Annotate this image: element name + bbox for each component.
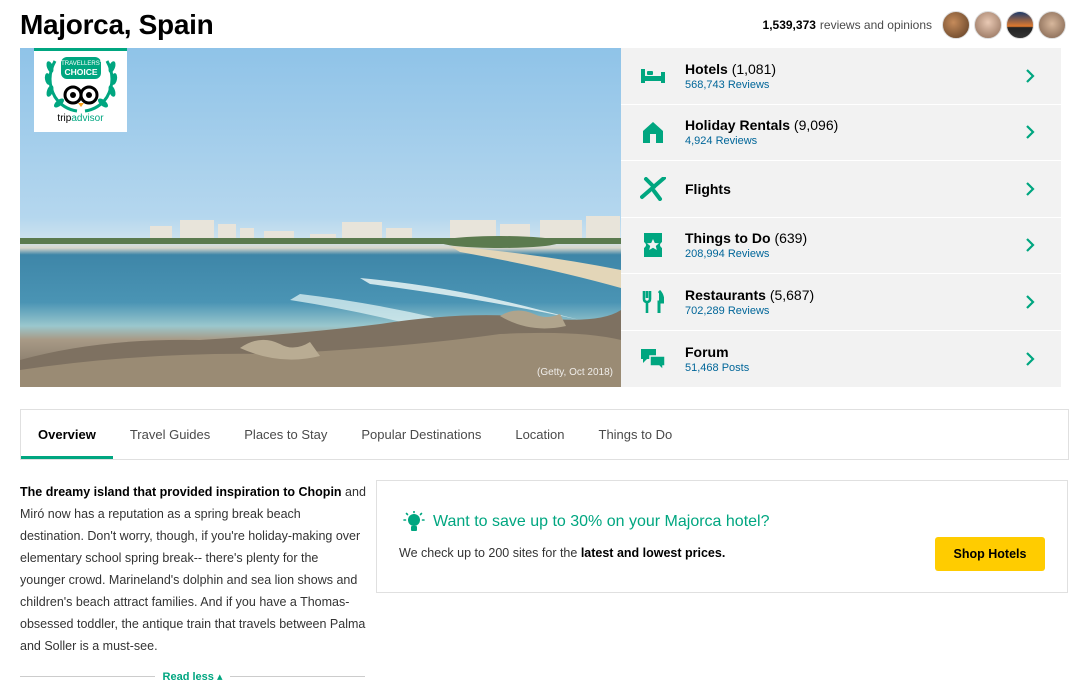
category-count: (5,687) [769,286,815,303]
ticket-icon [644,233,662,258]
hotel-deals-box: Want to save up to 30% on your Majorca h… [376,480,1068,593]
category-name: Flights [685,180,731,197]
deals-headline: Want to save up to 30% on your Majorca h… [433,513,770,530]
review-count: 1,539,373 [762,18,816,32]
avatar [1038,11,1066,39]
category-list: Hotels (1,081) 568,743 Reviews Holiday Re… [621,48,1061,387]
tab-overview[interactable]: Overview [21,410,113,459]
tab-things-to-do[interactable]: Things to Do [582,410,690,459]
category-forum[interactable]: Forum 51,468 Posts [621,331,1061,388]
category-name: Forum [685,343,729,360]
chevron-right-icon [1026,351,1035,366]
chevron-right-icon [1026,68,1035,83]
category-reviews-link[interactable]: 4,924 Reviews [685,135,1061,147]
chevron-right-icon [1026,238,1035,253]
page-title: Majorca, Spain [20,9,214,40]
avatar [1006,11,1034,39]
review-label: reviews and opinions [819,18,932,32]
bed-icon [641,68,665,83]
overview-lead: The dreamy island that provided inspirat… [20,485,342,499]
tripadvisor-wordmark: tripadvisor [57,113,104,124]
chat-icon [641,348,666,370]
chevron-right-icon [1026,294,1035,309]
category-name: Restaurants [685,286,766,303]
read-less-link[interactable]: Read less ▴ [163,670,223,683]
tab-places-to-stay[interactable]: Places to Stay [227,410,344,459]
category-reviews-link[interactable]: 568,743 Reviews [685,79,1061,91]
category-count: (639) [774,230,808,247]
tab-travel-guides[interactable]: Travel Guides [113,410,227,459]
review-summary[interactable]: 1,539,373 reviews and opinions [763,10,1066,40]
tab-location[interactable]: Location [498,410,581,459]
deals-description: We check up to 200 sites for the latest … [399,546,726,560]
category-flights[interactable]: Flights [621,161,1061,218]
divider [230,675,366,677]
section-tabs: Overview Travel Guides Places to Stay Po… [20,409,1069,460]
plane-icon [640,176,666,201]
tab-popular-destinations[interactable]: Popular Destinations [344,410,498,459]
avatar [974,11,1002,39]
category-count: (9,096) [793,117,839,134]
read-less-toggle: Read less ▴ [20,667,366,685]
cutlery-icon [642,289,664,313]
category-reviews-link[interactable]: 702,289 Reviews [685,305,1061,317]
shop-hotels-button[interactable]: Shop Hotels [935,537,1045,571]
overview-text: The dreamy island that provided inspirat… [20,481,366,657]
category-count: (1,081) [731,60,777,77]
lightbulb-icon [403,511,425,531]
chevron-right-icon [1026,125,1035,140]
photo-credit: (Getty, Oct 2018) [537,367,613,378]
category-restaurants[interactable]: Restaurants (5,687) 702,289 Reviews [621,274,1061,331]
laurel-owl-icon: TRAVELLERS' CHOICE [44,57,117,113]
avatar [942,11,970,39]
reviewer-avatars [938,11,1066,39]
category-reviews-link[interactable]: 208,994 Reviews [685,248,1061,260]
overview-body: and Miró now has a reputation as a sprin… [20,485,366,653]
divider [20,675,155,677]
house-icon [643,122,663,144]
category-holiday-rentals[interactable]: Holiday Rentals (9,096) 4,924 Reviews [621,105,1061,161]
category-things-to-do[interactable]: Things to Do (639) 208,994 Reviews [621,218,1061,274]
category-posts-link[interactable]: 51,468 Posts [685,362,1061,374]
badge-line2: CHOICE [64,67,97,77]
travellers-choice-badge: TRAVELLERS' CHOICE tripadvisor [34,48,127,132]
category-name: Things to Do [685,230,771,247]
category-hotels[interactable]: Hotels (1,081) 568,743 Reviews [621,48,1061,105]
category-name: Hotels [685,60,728,77]
chevron-right-icon [1026,181,1035,196]
category-name: Holiday Rentals [685,117,791,134]
